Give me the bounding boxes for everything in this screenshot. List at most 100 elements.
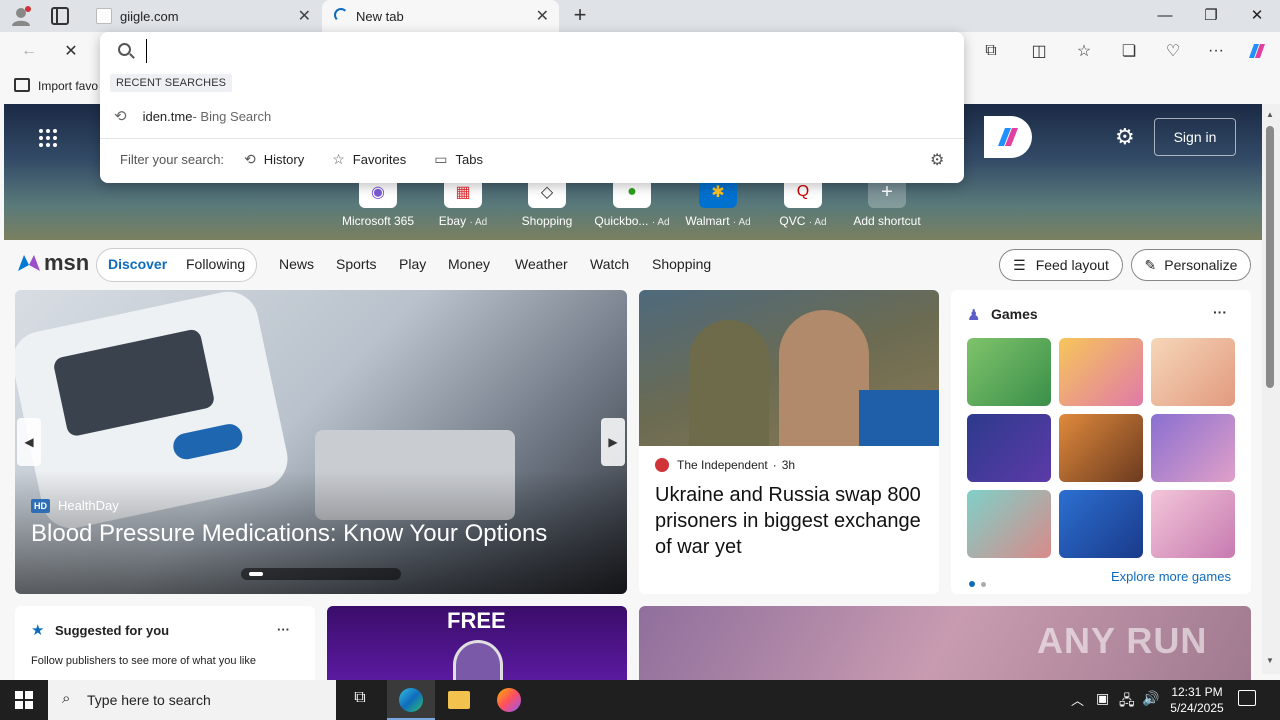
prev-arrow-button[interactable]: ◀	[17, 418, 41, 466]
news-source: The Independent · 3h	[655, 458, 795, 472]
tab-close-icon[interactable]: ✕	[536, 6, 549, 26]
nav-money[interactable]: Money	[448, 256, 490, 272]
nav-play[interactable]: Play	[399, 256, 426, 272]
collections-icon[interactable]: ❏	[1116, 40, 1142, 62]
extensions-icon[interactable]: ⧉	[978, 40, 1004, 62]
profile-icon[interactable]	[10, 5, 32, 27]
clock-date: 5/24/2025	[1170, 701, 1224, 715]
news-article-card[interactable]: The Independent · 3h Ukraine and Russia …	[639, 290, 939, 594]
game-tile[interactable]	[1151, 338, 1235, 406]
hero-article-card[interactable]: ◀ ▶ HD HealthDay Blood Pressure Medicati…	[15, 290, 627, 594]
tab-discover[interactable]: Discover	[108, 256, 167, 272]
favorites-icon[interactable]: ☆	[1071, 40, 1097, 62]
taskbar-search-icon: ⌕	[62, 690, 71, 707]
suggested-more-button[interactable]: ···	[277, 622, 290, 637]
shortcut-qvc[interactable]: Q QVC · Ad	[763, 176, 843, 228]
copilot-icon[interactable]	[1244, 40, 1270, 62]
nav-news[interactable]: News	[279, 256, 314, 272]
news-headline[interactable]: Ukraine and Russia swap 800 prisoners in…	[655, 482, 931, 560]
filter-history-label: History	[263, 151, 305, 167]
network-icon[interactable]: 🖧	[1119, 690, 1135, 714]
search-settings-gear-icon[interactable]: ⚙	[930, 150, 944, 170]
settings-more-icon[interactable]: ···	[1203, 40, 1229, 62]
games-more-button[interactable]: ···	[1213, 304, 1227, 320]
new-tab-button[interactable]: +	[568, 3, 592, 27]
game-tile[interactable]	[1151, 414, 1235, 482]
game-tile[interactable]	[1151, 490, 1235, 558]
tab-giigle[interactable]: giigle.com ✕	[86, 0, 321, 32]
explore-more-games-link[interactable]: Explore more games	[1111, 569, 1231, 584]
taskbar-search-box[interactable]: ⌕ Type here to search	[48, 680, 336, 720]
recent-search-item[interactable]: ⟲ iden.tme - Bing Search	[114, 104, 954, 128]
back-icon[interactable]: ←	[16, 40, 42, 62]
shortcut-microsoft365[interactable]: ◉ Microsoft 365	[338, 176, 418, 228]
filter-tabs[interactable]: ▭ Tabs	[434, 151, 483, 168]
shortcut-add[interactable]: + Add shortcut	[847, 176, 927, 228]
device-icon[interactable]: ▣	[1096, 690, 1109, 707]
tab-close-icon[interactable]: ✕	[298, 6, 311, 26]
page-scrollbar[interactable]: ▲ ▼	[1262, 104, 1280, 674]
game-tile[interactable]	[967, 414, 1051, 482]
address-input[interactable]	[146, 39, 946, 63]
star-icon: ☆	[332, 150, 345, 167]
page-settings-gear-icon[interactable]: ⚙	[1115, 124, 1135, 150]
split-screen-icon[interactable]: ◫	[1026, 40, 1052, 62]
ad-badge: · Ad	[732, 217, 751, 228]
tab-actions-icon[interactable]	[51, 7, 69, 25]
shortcut-quickbooks[interactable]: ● Quickbo... · Ad	[592, 176, 672, 228]
task-view-icon[interactable]: ⧉	[349, 689, 371, 711]
personalize-button[interactable]: ✎ Personalize	[1131, 249, 1251, 281]
shortcut-walmart[interactable]: ✱ Walmart · Ad	[678, 176, 758, 228]
address-bar[interactable]	[100, 32, 964, 70]
sign-in-button[interactable]: Sign in	[1154, 118, 1236, 156]
search-copilot-button[interactable]	[984, 116, 1032, 158]
msn-logo[interactable]: msn	[16, 250, 89, 276]
clock[interactable]: 12:31 PM 5/24/2025	[1162, 684, 1232, 716]
game-tile[interactable]	[967, 490, 1051, 558]
nav-sports[interactable]: Sports	[336, 256, 376, 272]
recent-query-suffix: - Bing Search	[192, 108, 272, 124]
watermark: ANY RUN	[1037, 620, 1208, 661]
stop-loading-icon[interactable]: ✕	[58, 40, 84, 62]
scroll-up-arrow[interactable]: ▲	[1266, 110, 1274, 119]
start-windows-icon[interactable]	[15, 691, 33, 709]
hero-title[interactable]: Blood Pressure Medications: Know Your Op…	[31, 520, 547, 548]
game-tile[interactable]	[1059, 338, 1143, 406]
edge-taskbar-icon[interactable]	[387, 680, 435, 720]
shortcut-shopping[interactable]: ◇ Shopping	[507, 176, 587, 228]
shortcut-ebay[interactable]: ▦ Ebay · Ad	[423, 176, 503, 228]
tab-new-tab[interactable]: New tab ✕	[322, 0, 559, 32]
close-button[interactable]: ✕	[1234, 0, 1280, 32]
msn-logo-text: msn	[44, 250, 90, 275]
hero-source-name: HealthDay	[58, 498, 119, 513]
game-tile[interactable]	[967, 338, 1051, 406]
firefox-icon[interactable]	[497, 688, 521, 712]
show-hidden-icons[interactable]: ︿	[1071, 690, 1084, 709]
scroll-thumb[interactable]	[1266, 126, 1274, 388]
next-arrow-button[interactable]: ▶	[601, 418, 625, 466]
filter-history[interactable]: ⟲ History	[244, 151, 304, 168]
filter-favorites[interactable]: ☆ Favorites	[332, 151, 406, 168]
browser-essentials-icon[interactable]: ♡	[1160, 40, 1186, 62]
game-tile[interactable]	[1059, 414, 1143, 482]
promo-card[interactable]: FREE	[327, 606, 627, 680]
page-favicon-icon	[96, 8, 112, 24]
nav-watch[interactable]: Watch	[590, 256, 629, 272]
file-explorer-icon[interactable]	[448, 691, 470, 709]
volume-icon[interactable]: 🔊	[1142, 690, 1159, 707]
scroll-down-arrow[interactable]: ▼	[1266, 656, 1274, 665]
minimize-button[interactable]: —	[1142, 0, 1188, 32]
import-favorites-link[interactable]: Import favo	[38, 79, 98, 93]
nav-weather[interactable]: Weather	[515, 256, 568, 272]
nav-shopping[interactable]: Shopping	[652, 256, 711, 272]
tab-following[interactable]: Following	[186, 256, 245, 272]
image-card[interactable]: ANY RUN	[639, 606, 1251, 680]
feed-layout-button[interactable]: ☰ Feed layout	[999, 249, 1123, 281]
games-icon: ♟	[967, 307, 981, 324]
game-tile[interactable]	[1059, 490, 1143, 558]
notifications-icon[interactable]	[1238, 690, 1256, 706]
tabs-icon: ▭	[434, 150, 448, 167]
history-icon: ⟲	[244, 150, 256, 167]
restore-button[interactable]: ❐	[1188, 0, 1234, 32]
app-launcher-icon[interactable]	[38, 128, 58, 148]
